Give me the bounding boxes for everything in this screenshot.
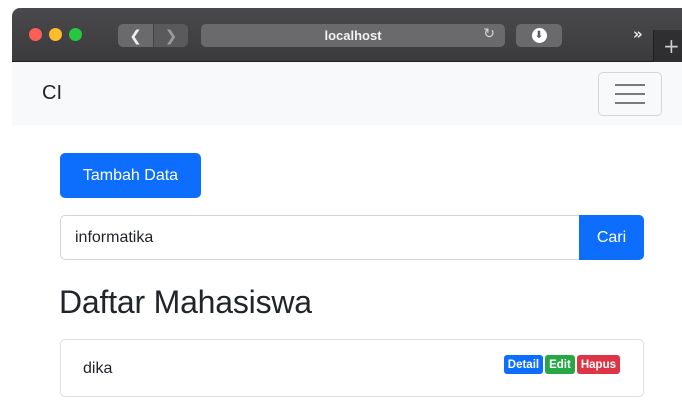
close-window-button[interactable] [29, 28, 42, 41]
hamburger-menu-icon [615, 84, 645, 86]
download-icon: ⬇ [531, 28, 547, 43]
reload-icon[interactable]: ↻ [483, 26, 495, 42]
address-bar[interactable]: localhost ↻ [201, 24, 505, 47]
edit-button[interactable]: Edit [545, 355, 575, 374]
delete-button[interactable]: Hapus [576, 355, 620, 374]
search-button[interactable]: Cari [579, 215, 644, 260]
chevron-right-icon: ❯ [164, 26, 178, 45]
search-input[interactable] [60, 215, 580, 260]
download-arrow: ⬇ [534, 30, 544, 41]
browser-window: ❮ ❯ localhost ↻ ⬇ » + CI Tambah Data inf… [12, 8, 682, 401]
browser-toolbar: ❮ ❯ localhost ↻ ⬇ » + [12, 8, 682, 62]
minimize-window-button[interactable] [49, 28, 62, 41]
history-nav: ❮ ❯ [118, 24, 188, 47]
back-button[interactable]: ❮ [118, 24, 153, 47]
hamburger-menu-icon-bar [615, 93, 645, 95]
page-title: Daftar Mahasiswa [59, 284, 312, 320]
navbar-brand[interactable]: CI [42, 82, 62, 105]
downloads-button[interactable]: ⬇ [516, 24, 562, 47]
new-tab-button[interactable]: + [653, 30, 682, 62]
list-item: dika Detail Edit Hapus [60, 339, 644, 397]
navbar: CI [12, 62, 682, 125]
hamburger-menu-icon-bar [615, 102, 645, 104]
student-name: dika [83, 360, 113, 377]
page-content: CI Tambah Data Cari Daftar Mahasiswa dik… [12, 62, 682, 401]
address-text: localhost [324, 28, 382, 43]
plus-icon: + [663, 34, 680, 58]
item-actions: Detail Edit Hapus [503, 355, 620, 374]
forward-button[interactable]: ❯ [153, 24, 188, 47]
chevron-left-icon: ❮ [129, 26, 142, 45]
chevron-double-right-icon[interactable]: » [633, 25, 643, 43]
add-data-button[interactable]: Tambah Data [60, 153, 201, 198]
detail-button[interactable]: Detail [503, 355, 544, 374]
navbar-toggler-button[interactable] [598, 72, 662, 116]
fullscreen-window-button[interactable] [69, 28, 82, 41]
desktop-background [0, 0, 12, 401]
